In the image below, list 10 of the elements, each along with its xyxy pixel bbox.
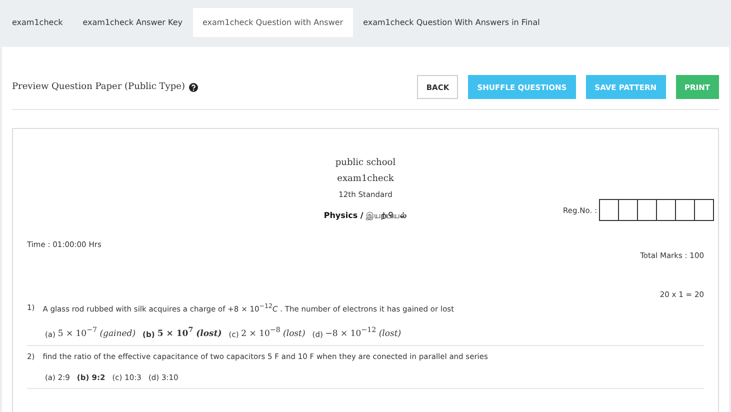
exam-name: exam1check [336, 173, 395, 186]
tab[interactable]: exam1check Question with Answer [192, 8, 354, 37]
tab[interactable]: exam1check [2, 8, 73, 37]
tab[interactable]: exam1check Answer Key [72, 8, 193, 37]
subject-label: Physics / இயற்பியல் [324, 211, 408, 220]
reg-no-field[interactable] [599, 199, 714, 221]
school-name: public school [334, 157, 397, 170]
tab[interactable]: exam1check Question With Answers in Final [353, 8, 550, 37]
page-title: Preview Question Paper (Public Type) [12, 82, 185, 92]
help-icon[interactable] [188, 82, 198, 92]
